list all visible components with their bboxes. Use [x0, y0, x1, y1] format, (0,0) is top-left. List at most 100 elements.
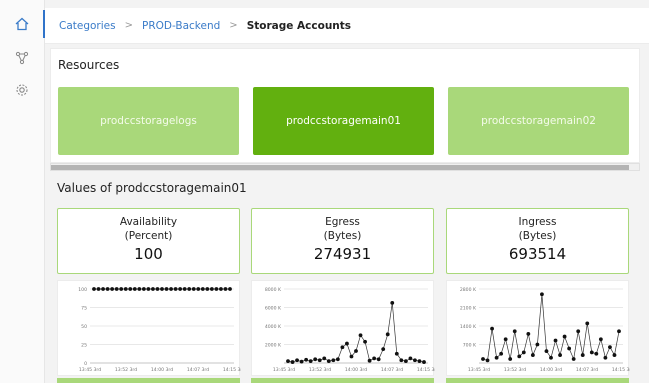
breadcrumb-categories[interactable]: Categories [59, 20, 116, 32]
data-point [603, 355, 608, 360]
values-title: Values of prodccstoragemain01 [57, 181, 247, 195]
metric-value: 100 [134, 245, 163, 263]
data-point [286, 359, 290, 364]
data-point [576, 329, 581, 334]
data-point [508, 357, 513, 361]
data-point [585, 321, 590, 326]
data-point [494, 355, 499, 360]
gear-icon[interactable] [12, 80, 32, 100]
data-point [128, 287, 133, 291]
data-point [308, 359, 313, 364]
y-tick-label: 6000 K [265, 306, 282, 312]
data-point [485, 358, 490, 363]
data-point [354, 349, 358, 353]
data-point [558, 353, 562, 357]
data-point [228, 287, 232, 291]
y-tick-label: 700 K [463, 343, 477, 349]
data-point [367, 358, 372, 363]
data-point [196, 287, 201, 291]
metric-card-strip [446, 378, 629, 383]
metric-card-availability[interactable]: Availability (Percent) 100 [57, 208, 240, 274]
data-point [571, 357, 576, 361]
data-point [326, 359, 331, 364]
data-point [114, 287, 119, 291]
data-point [349, 354, 354, 359]
data-point [372, 356, 377, 361]
data-point [612, 353, 617, 357]
data-point [390, 300, 395, 305]
data-point [182, 287, 187, 291]
y-tick-label: 1400 K [460, 324, 477, 330]
y-tick-label: 0 [84, 361, 87, 367]
data-point [155, 287, 160, 291]
data-point [304, 357, 309, 362]
data-point [290, 360, 295, 364]
x-tick-label: 13:52 3rd [115, 367, 137, 373]
data-point [137, 287, 142, 291]
data-point [219, 287, 223, 291]
y-tick-label: 2800 K [460, 287, 477, 293]
resources-title: Resources [58, 58, 120, 72]
resource-card-prodccstoragemain01[interactable]: prodccstoragemain01 [253, 87, 434, 155]
metric-card-egress[interactable]: Egress (Bytes) 274931 [251, 208, 434, 274]
data-point [617, 329, 621, 334]
breadcrumb-prod-backend[interactable]: PROD-Backend [142, 20, 220, 32]
metric-card-strip [57, 378, 240, 383]
data-point [178, 287, 183, 291]
x-tick-label: 13:52 3rd [504, 367, 526, 373]
data-point [141, 287, 146, 291]
data-point [580, 353, 585, 357]
resource-card-prodccstoragemain02[interactable]: prodccstoragemain02 [448, 87, 629, 155]
data-point [490, 326, 494, 331]
data-point [503, 337, 508, 342]
metric-unit: (Bytes) [323, 230, 362, 242]
x-tick-label: 14:15 3rd [223, 367, 241, 373]
resource-card-prodccstoragelogs[interactable]: prodccstoragelogs [58, 87, 239, 155]
data-point [205, 287, 210, 291]
data-point [223, 287, 228, 291]
data-point [499, 351, 504, 356]
x-tick-label: 13:52 3rd [309, 367, 331, 373]
y-tick-label: 25 [81, 343, 87, 349]
data-point [385, 332, 390, 337]
data-point [589, 350, 594, 355]
home-icon[interactable] [12, 14, 32, 34]
data-point [96, 287, 101, 291]
metric-value: 274931 [313, 245, 372, 263]
metric-card-strip [251, 378, 434, 383]
data-point [358, 333, 363, 338]
data-point [340, 345, 345, 350]
x-tick-label: 14:07 3rd [187, 367, 209, 373]
data-point [517, 354, 522, 359]
data-point [512, 329, 517, 334]
x-tick-label: 13:45 3rd [273, 367, 295, 373]
x-tick-label: 13:45 3rd [79, 367, 101, 373]
data-point [151, 287, 155, 291]
data-point [594, 351, 599, 356]
data-point [331, 358, 336, 363]
series-line [482, 294, 620, 361]
metric-card-ingress[interactable]: Ingress (Bytes) 693514 [446, 208, 629, 274]
data-point [608, 345, 612, 350]
x-tick-label: 14:00 3rd [345, 367, 367, 373]
data-point [105, 287, 110, 291]
chevron-right-icon: > [229, 20, 238, 31]
ingress-chart-svg: 700 K 1400 K 2100 K 2800 K 13:45 3rd 13:52 3r… [460, 287, 630, 373]
scrollbar-thumb[interactable] [51, 165, 629, 170]
y-tick-label: 8000 K [265, 287, 282, 293]
data-point [399, 358, 404, 363]
x-tick-label: 14:15 3rd [417, 367, 435, 373]
x-tick-label: 13:45 3rd [468, 367, 490, 373]
chart-ingress: 700 K 1400 K 2100 K 2800 K 13:45 3rd 13:52 3r… [446, 280, 630, 376]
horizontal-scrollbar[interactable] [50, 163, 640, 171]
metric-unit: (Percent) [124, 230, 173, 242]
breadcrumb-current: Storage Accounts [246, 19, 352, 32]
network-nodes-icon[interactable] [12, 48, 32, 68]
data-point [363, 339, 367, 344]
data-point [481, 357, 485, 361]
data-point [530, 353, 535, 357]
data-point [408, 356, 413, 361]
data-point [160, 287, 164, 291]
data-point [521, 350, 526, 355]
data-point [549, 355, 553, 360]
